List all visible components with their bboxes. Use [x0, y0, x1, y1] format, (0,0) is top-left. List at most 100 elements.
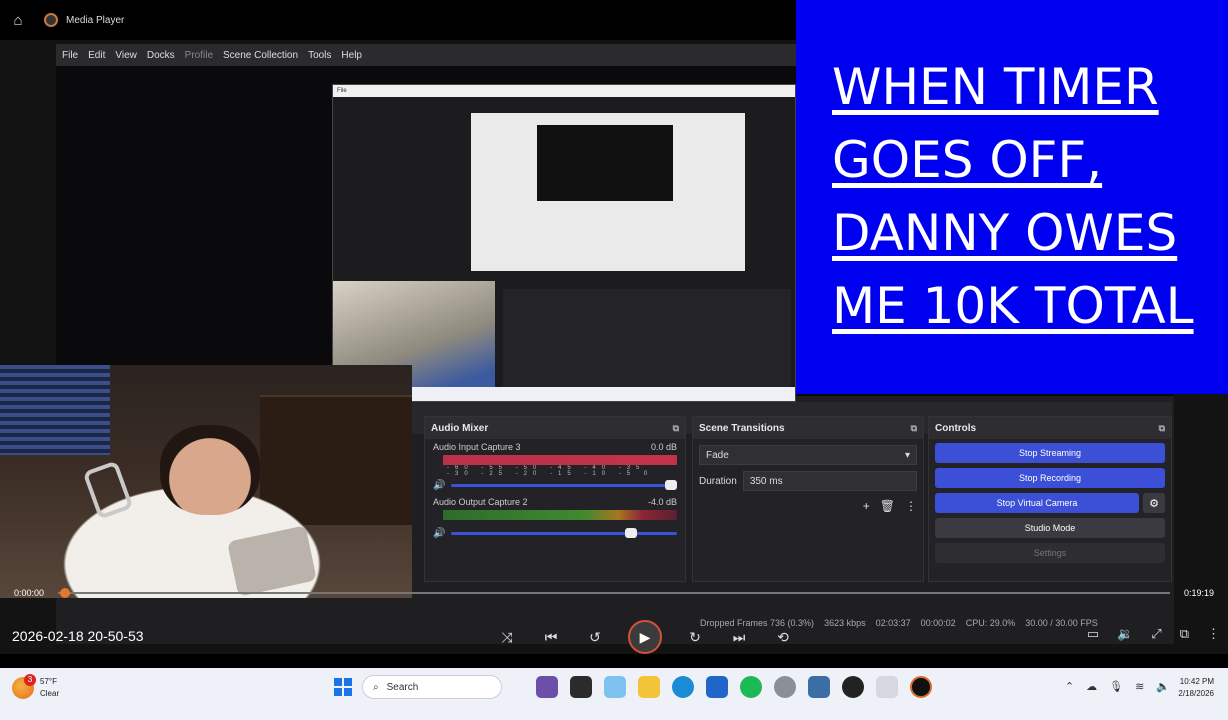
system-tray: ⌃ ☁ 🎙 ≋ 🔈	[1065, 680, 1170, 693]
duration-label: Duration	[699, 475, 737, 487]
audio-mixer-title: Audio Mixer	[431, 422, 489, 434]
chevron-down-icon: ▾	[904, 449, 910, 461]
nested-obs-menubar: File	[333, 85, 795, 97]
menu-help: Help	[341, 49, 362, 61]
menu-tools: Tools	[308, 49, 332, 61]
forward-icon[interactable]: ↻	[684, 629, 706, 646]
obs-app-icon[interactable]	[842, 676, 864, 698]
webcam-overlay	[0, 365, 412, 598]
dock-pin-icon: ⧉	[672, 422, 679, 433]
track-2-meter	[443, 510, 677, 520]
widgets-app-icon[interactable]	[536, 676, 558, 698]
current-time: 0:00:00	[13, 588, 45, 598]
search-icon: ⌕	[373, 681, 379, 693]
taskbar-clock[interactable]: 10:42 PM 2/18/2026	[1178, 676, 1214, 700]
scale-tick: -15	[550, 471, 577, 477]
meme-line: WHEN TIMER	[832, 58, 1159, 116]
menu-view: View	[115, 49, 137, 61]
scene-transitions-dock: Scene Transitions ⧉ Fade ▾ Duration 350 …	[692, 416, 924, 582]
onedrive-icon[interactable]: ☁	[1086, 680, 1097, 693]
repeat-icon[interactable]: ⟲	[772, 629, 794, 646]
controls-title: Controls	[935, 422, 977, 434]
weather-temp: 57°F	[40, 677, 57, 686]
window-blinds	[0, 365, 110, 455]
weather-badge: 3	[24, 674, 36, 686]
previous-icon[interactable]: ⏮	[540, 629, 562, 646]
weather-condition: Clear	[40, 689, 60, 698]
track-2-volume-slider	[451, 528, 677, 538]
nested-preview	[471, 113, 745, 271]
track-1-level: 0.0 dB	[650, 442, 677, 452]
file-explorer-icon[interactable]	[638, 676, 660, 698]
meme-line: ME 10K TOTAL	[832, 277, 1194, 335]
fullscreen-icon[interactable]: ⤢	[1151, 626, 1161, 642]
app-window-icon[interactable]	[808, 676, 830, 698]
edge-icon[interactable]	[672, 676, 694, 698]
gear-icon: ⚙	[1143, 493, 1165, 513]
nested-docks	[503, 289, 791, 387]
next-icon[interactable]: ⏭	[728, 629, 750, 646]
weather-widget[interactable]: 3 57°F Clear	[12, 674, 60, 700]
scale-tick: -10	[584, 471, 612, 477]
meme-line: GOES OFF,	[832, 131, 1103, 189]
copilot-icon[interactable]	[604, 676, 626, 698]
media-player-app-icon	[44, 13, 58, 27]
duration-input: 350 ms	[742, 471, 917, 491]
menu-file: File	[62, 49, 79, 61]
nested-preview-inner	[537, 125, 673, 201]
settings-app-icon[interactable]	[774, 676, 796, 698]
studio-mode-button: Studio Mode	[935, 518, 1165, 538]
rewind-icon[interactable]: ↺	[584, 629, 606, 646]
track-2-name: Audio Output Capture 2	[433, 497, 528, 507]
audio-mixer-dock: Audio Mixer ⧉ Audio Input Capture 3 0.0 …	[424, 416, 686, 582]
wifi-icon[interactable]: ≋	[1135, 680, 1144, 693]
play-button[interactable]: ▶	[628, 620, 662, 654]
microphone-icon[interactable]: 🎙	[1109, 680, 1123, 693]
track-1-meter	[443, 455, 677, 465]
spotify-icon[interactable]	[740, 676, 762, 698]
menu-edit: Edit	[88, 49, 106, 61]
chevron-up-icon[interactable]: ⌃	[1065, 680, 1074, 693]
person-head	[160, 425, 260, 515]
more-options-icon[interactable]: ⋮	[1207, 626, 1220, 642]
menu-docks: Docks	[146, 49, 175, 61]
media-player-taskbar-icon[interactable]	[910, 676, 932, 698]
miniplayer-icon[interactable]: ⧉	[1180, 626, 1189, 642]
transition-select: Fade ▾	[699, 445, 917, 465]
seek-thumb[interactable]	[60, 588, 70, 598]
taskbar-search[interactable]: ⌕ Search	[362, 675, 502, 699]
search-label: Search	[386, 681, 419, 693]
scale-tick: -20	[515, 471, 543, 477]
cast-icon[interactable]: ▭	[1087, 626, 1099, 642]
meme-overlay: WHEN TIMER GOES OFF, DANNY OWES ME 10K T…	[796, 0, 1228, 394]
menu-scene-collection: Scene Collection	[223, 49, 299, 61]
total-time: 0:19:19	[1183, 588, 1215, 598]
shuffle-icon[interactable]: ⤨	[496, 629, 518, 646]
nested-menu-text: File	[337, 88, 347, 94]
speaker-icon: 🔊	[433, 528, 446, 539]
settings-button: Settings	[935, 543, 1165, 563]
scale-tick: -25	[481, 471, 509, 477]
clock-time: 10:42 PM	[1179, 677, 1214, 686]
seek-bar[interactable]	[58, 588, 1170, 598]
trash-icon: 🗑	[879, 499, 895, 513]
duration-value: 350 ms	[749, 475, 783, 487]
stop-virtual-camera-button: Stop Virtual Camera	[935, 493, 1139, 513]
media-player-title: Media Player	[66, 14, 125, 26]
start-button[interactable]	[334, 678, 352, 696]
seek-row: 0:00:00 0:19:19	[0, 584, 1228, 602]
home-icon[interactable]: ⌂	[0, 12, 36, 29]
windows-taskbar: 3 57°F Clear ⌕ Search ⌃ ☁ 🎙 ≋ 🔈 10:42 PM…	[0, 668, 1228, 720]
add-icon: +	[862, 499, 870, 513]
volume-icon[interactable]: 🔉	[1117, 626, 1133, 642]
stop-recording-button: Stop Recording	[935, 468, 1165, 488]
volume-tray-icon[interactable]: 🔈	[1156, 680, 1170, 693]
store-icon[interactable]	[706, 676, 728, 698]
meme-text: WHEN TIMER GOES OFF, DANNY OWES ME 10K T…	[796, 51, 1228, 343]
scale-tick: 0	[643, 471, 654, 477]
scale-tick: -5	[618, 471, 637, 477]
task-view-icon[interactable]	[570, 676, 592, 698]
track-1-name: Audio Input Capture 3	[433, 442, 521, 452]
snipping-tool-icon[interactable]	[876, 676, 898, 698]
clock-date: 2/18/2026	[1178, 689, 1214, 698]
